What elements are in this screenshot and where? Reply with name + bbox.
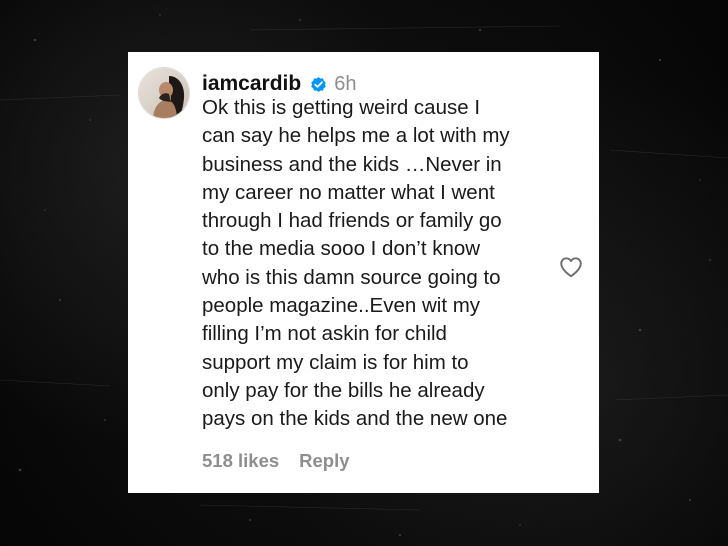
comment-line: filling I’m not askin for child (202, 322, 447, 346)
comment-line: my career no matter what I went (202, 180, 495, 204)
reply-button[interactable]: Reply (299, 450, 349, 472)
comment-line: business and the kids …Never in (202, 152, 502, 176)
timestamp: 6h (334, 72, 357, 95)
comment-footer: 518 likes Reply (202, 450, 350, 472)
comment-text: Ok this is getting weird cause I can say… (202, 94, 552, 434)
likes-count[interactable]: 518 likes (202, 450, 279, 472)
avatar[interactable] (138, 67, 190, 119)
comment-line: only pay for the bills he already (202, 378, 485, 402)
verified-badge-icon (311, 76, 327, 92)
comment-line: Ok this is getting weird cause I (202, 96, 481, 119)
comment-line: can say he helps me a lot with my (202, 124, 510, 148)
comment-line: through I had friends or family go (202, 209, 502, 233)
comment-line: pays on the kids and the new one (202, 407, 508, 431)
comment-line: support my claim is for him to (202, 350, 469, 374)
profile-photo-icon (139, 68, 189, 118)
username[interactable]: iamcardib (202, 72, 301, 96)
comment-line: to the media sooo I don’t know (202, 237, 481, 261)
heart-outline-icon[interactable] (558, 254, 584, 280)
comment-line: who is this damn source going to (202, 265, 501, 289)
comment-card: iamcardib 6h Ok this is getting weird ca… (128, 52, 599, 493)
comment-line: people magazine..Even wit my (202, 294, 481, 318)
